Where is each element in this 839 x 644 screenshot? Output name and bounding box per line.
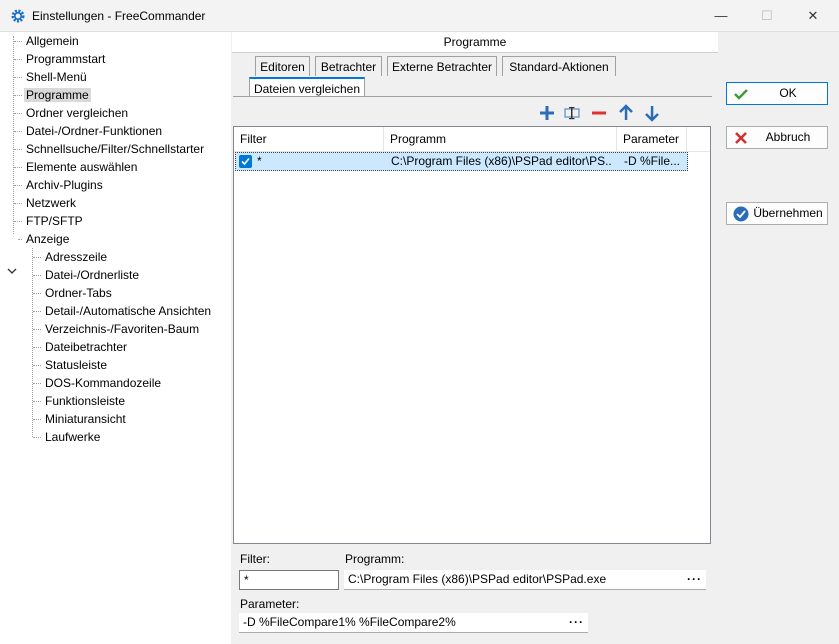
tree-item-archiv-plugins[interactable]: Archiv-Plugins <box>24 176 105 194</box>
arrow-up-icon[interactable] <box>617 104 635 122</box>
tree-connector <box>14 113 22 114</box>
tree-connector <box>14 59 22 60</box>
list-header: Filter Programm Parameter <box>234 127 710 152</box>
tree-connector <box>14 221 22 222</box>
parameter-input[interactable]: -D %FileCompare1% %FileCompare2% ··· <box>239 613 588 633</box>
column-header-filter[interactable]: Filter <box>234 127 384 151</box>
column-header-parameter[interactable]: Parameter <box>617 127 687 151</box>
tree-item-ordner-tabs[interactable]: Ordner-Tabs <box>43 284 114 302</box>
programm-label: Programm: <box>345 552 405 566</box>
tree-connector <box>33 437 41 438</box>
tree-connector <box>14 95 22 96</box>
programm-input[interactable]: C:\Program Files (x86)\PSPad editor\PSPa… <box>344 570 706 590</box>
tree-item-allgemein[interactable]: Allgemein <box>24 32 81 50</box>
tree-item-anzeige[interactable]: Anzeige <box>24 230 71 248</box>
tab-standard-aktionen[interactable]: Standard-Aktionen <box>502 56 616 76</box>
tree-item-ordner-vergleichen[interactable]: Ordner vergleichen <box>24 104 130 122</box>
tree-item-laufwerke[interactable]: Laufwerke <box>43 428 102 446</box>
apply-button[interactable]: Übernehmen <box>726 202 828 225</box>
tree-connector <box>14 185 22 186</box>
arrow-down-icon[interactable] <box>643 104 661 122</box>
tab-dateien-vergleichen[interactable]: Dateien vergleichen <box>249 77 365 97</box>
tree-item-shell-menu[interactable]: Shell-Menü <box>24 68 89 86</box>
tree-item-ftp-sftp[interactable]: FTP/SFTP <box>24 212 85 230</box>
parameter-label: Parameter: <box>240 597 300 611</box>
check-circle-icon <box>733 206 749 222</box>
tree-connector <box>14 77 22 78</box>
table-row[interactable]: * C:\Program Files (x86)\PSPad editor\PS… <box>235 152 688 171</box>
tree-connector <box>14 41 22 42</box>
programm-value: C:\Program Files (x86)\PSPad editor\PSPa… <box>348 572 607 586</box>
title-bar: Einstellungen - FreeCommander — ☐ ✕ <box>0 0 839 32</box>
tree-item-dateibetrachter[interactable]: Dateibetrachter <box>43 338 129 356</box>
cancel-button[interactable]: Abbruch <box>726 126 828 149</box>
tree-item-schnellsuche[interactable]: Schnellsuche/Filter/Schnellstarter <box>24 140 206 158</box>
tree-connector <box>33 401 41 402</box>
tree-connector <box>33 275 41 276</box>
column-header-programm[interactable]: Programm <box>384 127 617 151</box>
gear-icon <box>11 9 25 23</box>
tree-item-netzwerk[interactable]: Netzwerk <box>24 194 78 212</box>
tree-connector <box>33 329 41 330</box>
tree-item-elemente-auswaehlen[interactable]: Elemente auswählen <box>24 158 139 176</box>
minimize-button[interactable]: — <box>698 0 744 32</box>
settings-tree[interactable]: Allgemein Programmstart Shell-Menü Progr… <box>0 32 231 644</box>
tree-connector <box>33 419 41 420</box>
tree-connector <box>33 347 41 348</box>
cancel-label: Abbruch <box>765 130 811 144</box>
parameter-value: -D %FileCompare1% %FileCompare2% <box>243 615 456 629</box>
tree-item-datei-ordner-funktionen[interactable]: Datei-/Ordner-Funktionen <box>24 122 164 140</box>
tab-editoren[interactable]: Editoren <box>255 56 310 76</box>
program-list[interactable]: Filter Programm Parameter * C:\Program F… <box>233 126 711 544</box>
close-icon <box>735 132 747 144</box>
tree-item-adresszeile[interactable]: Adresszeile <box>43 248 109 266</box>
tree-connector <box>18 239 22 240</box>
tree-item-funktionsleiste[interactable]: Funktionsleiste <box>43 392 127 410</box>
tab-betrachter[interactable]: Betrachter <box>315 56 382 76</box>
tree-connector <box>33 293 41 294</box>
tree-item-programmstart[interactable]: Programmstart <box>24 50 107 68</box>
ok-button[interactable]: OK <box>726 82 828 105</box>
tree-connector <box>33 383 41 384</box>
tree-item-detail-ansichten[interactable]: Detail-/Automatische Ansichten <box>43 302 213 320</box>
filter-input[interactable]: * <box>239 570 339 590</box>
tab-divider <box>233 96 712 97</box>
edit-icon[interactable] <box>563 104 581 122</box>
close-button[interactable]: ✕ <box>790 0 836 32</box>
ok-label: OK <box>779 86 797 100</box>
cell-filter: * <box>257 154 262 168</box>
tree-connector <box>14 131 22 132</box>
tree-item-verzeichnis-baum[interactable]: Verzeichnis-/Favoriten-Baum <box>43 320 201 338</box>
tree-connector <box>33 311 41 312</box>
panel-title: Programme <box>232 32 718 53</box>
tree-guide-line <box>32 248 33 437</box>
tree-connector <box>14 149 22 150</box>
tree-connector <box>14 203 22 204</box>
programm-browse-button[interactable]: ··· <box>687 570 702 588</box>
tree-item-programme[interactable]: Programme <box>24 86 91 104</box>
tree-item-miniaturansicht[interactable]: Miniaturansicht <box>43 410 128 428</box>
tree-item-datei-ordnerliste[interactable]: Datei-/Ordnerliste <box>43 266 141 284</box>
tree-item-statusleiste[interactable]: Statusleiste <box>43 356 109 374</box>
checkmark-icon <box>734 89 748 100</box>
filter-label: Filter: <box>240 552 270 566</box>
tab-externe-betrachter[interactable]: Externe Betrachter <box>387 56 497 76</box>
tree-item-dos-kommandozeile[interactable]: DOS-Kommandozeile <box>43 374 163 392</box>
chevron-down-icon[interactable] <box>7 266 17 276</box>
row-checkbox[interactable] <box>239 155 252 168</box>
tree-connector <box>14 167 22 168</box>
cell-parameter: -D %File... <box>624 154 681 168</box>
tree-connector <box>33 257 41 258</box>
tree-connector <box>33 365 41 366</box>
remove-icon[interactable] <box>590 104 608 122</box>
apply-label: Übernehmen <box>753 206 823 220</box>
window-title: Einstellungen - FreeCommander <box>32 9 206 23</box>
maximize-button[interactable]: ☐ <box>744 0 790 32</box>
add-icon[interactable] <box>538 104 556 122</box>
cell-programm: C:\Program Files (x86)\PSPad editor\PS..… <box>391 154 611 168</box>
tree-guide-line <box>13 36 14 234</box>
parameter-browse-button[interactable]: ··· <box>569 613 584 631</box>
